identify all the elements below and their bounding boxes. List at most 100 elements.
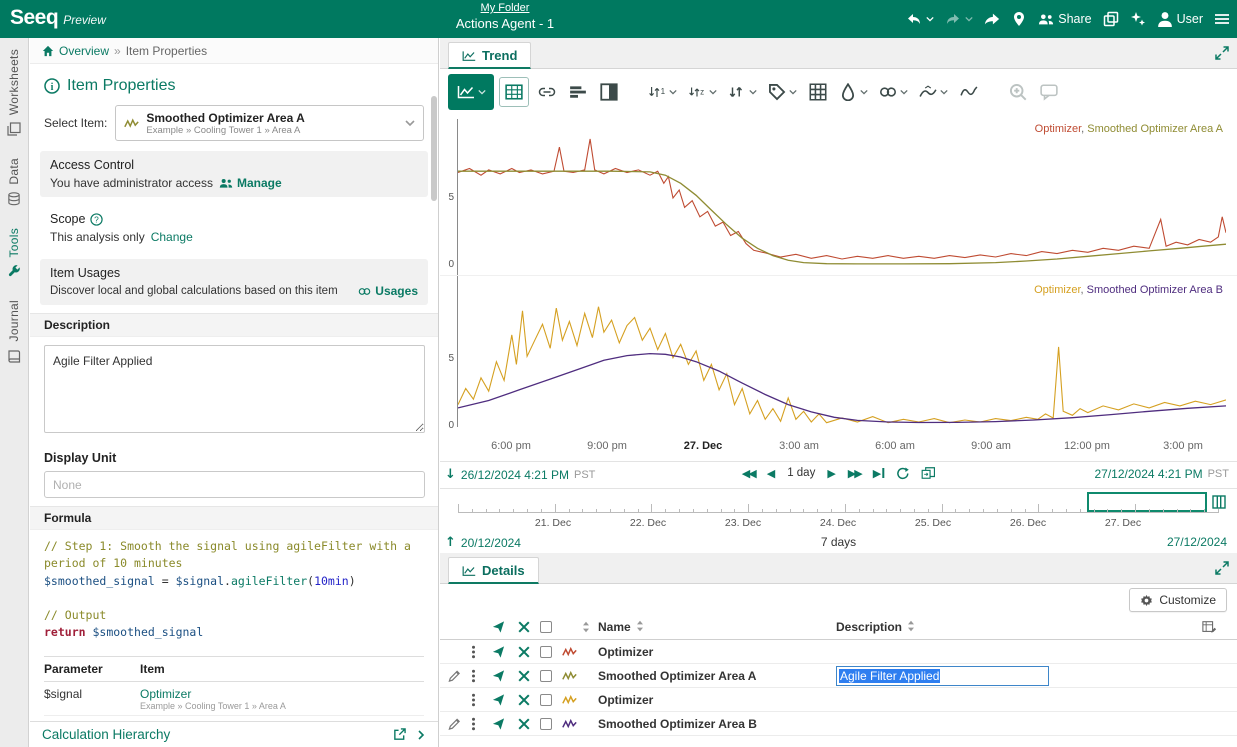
windows-button[interactable] bbox=[1102, 9, 1120, 29]
sidebar-tab-worksheets[interactable]: Worksheets bbox=[0, 38, 28, 147]
item-forward-icon[interactable] bbox=[492, 717, 505, 730]
select-all-checkbox[interactable] bbox=[540, 621, 552, 633]
share-button[interactable]: Share bbox=[1037, 9, 1092, 29]
remove-item-icon[interactable] bbox=[518, 718, 530, 730]
home-icon[interactable] bbox=[42, 45, 54, 57]
main-menu-button[interactable] bbox=[1213, 9, 1231, 29]
name-column-header[interactable]: Name bbox=[598, 620, 644, 634]
remove-item-icon[interactable] bbox=[518, 694, 530, 706]
trend-lane-2[interactable]: Optimizer, Smoothed Optimizer Area B 50 bbox=[440, 276, 1237, 437]
description-edit-input[interactable]: Agile Filter Applied bbox=[836, 666, 1049, 686]
trend-view-button[interactable] bbox=[448, 74, 494, 110]
item-menu-icon[interactable] bbox=[471, 693, 476, 707]
trend-chart-lane-1[interactable] bbox=[458, 115, 1226, 276]
panel-scrollbar[interactable] bbox=[431, 96, 437, 201]
customize-button[interactable]: Customize bbox=[1129, 588, 1227, 612]
description-textarea[interactable]: Agile Filter Applied bbox=[44, 345, 425, 433]
item-forward-icon[interactable] bbox=[492, 645, 505, 658]
remove-all-icon[interactable] bbox=[518, 621, 530, 633]
capsule-time-button[interactable] bbox=[565, 77, 591, 107]
investigate-span[interactable]: 7 days bbox=[821, 535, 856, 549]
sort-color-icon[interactable] bbox=[582, 621, 590, 633]
sidebar-tab-journal[interactable]: Journal bbox=[0, 289, 28, 373]
range-duration[interactable]: 1 day bbox=[787, 467, 815, 479]
edit-description-icon[interactable] bbox=[448, 669, 461, 682]
legend-series-name[interactable]: Smoothed Optimizer Area B bbox=[1087, 284, 1223, 296]
item-checkbox[interactable] bbox=[540, 646, 552, 658]
annotate-button[interactable] bbox=[1036, 77, 1062, 107]
dimming-button[interactable] bbox=[956, 77, 982, 107]
external-link-icon[interactable] bbox=[393, 728, 406, 741]
description-column-header[interactable]: Description bbox=[836, 620, 915, 634]
one-axis-button[interactable]: z bbox=[685, 77, 720, 107]
step-forward-button[interactable]: ▶ bbox=[827, 467, 835, 480]
seeq-logo[interactable]: Seeq Preview bbox=[10, 6, 106, 30]
investigate-start-arrow-icon[interactable]: ↑ bbox=[445, 535, 456, 550]
step-back-button[interactable]: ◀ bbox=[767, 467, 775, 480]
table-view-button[interactable] bbox=[499, 77, 529, 107]
parameter-item-link[interactable]: Optimizer bbox=[140, 687, 191, 701]
legend-series-name[interactable]: Smoothed Optimizer Area A bbox=[1087, 123, 1223, 135]
question-icon[interactable]: ? bbox=[90, 213, 103, 226]
trend-lane-1[interactable]: Optimizer, Smoothed Optimizer Area A 50 bbox=[440, 115, 1237, 276]
sort-name-icon[interactable] bbox=[636, 620, 644, 632]
chevron-right-icon[interactable] bbox=[416, 730, 426, 740]
send-all-icon[interactable] bbox=[492, 620, 505, 633]
undo-button[interactable] bbox=[905, 9, 935, 29]
item-checkbox[interactable] bbox=[540, 694, 552, 706]
investigate-start[interactable]: 20/12/2024 bbox=[461, 536, 521, 550]
step-back-fast-button[interactable]: ◀◀ bbox=[742, 467, 755, 480]
item-forward-icon[interactable] bbox=[492, 669, 505, 682]
timeline-scrubber[interactable] bbox=[440, 489, 1237, 517]
redo-button[interactable] bbox=[944, 9, 974, 29]
timeline-track[interactable] bbox=[458, 512, 1218, 513]
tab-details[interactable]: Details bbox=[448, 557, 539, 584]
forward-button[interactable] bbox=[983, 9, 1001, 29]
item-menu-icon[interactable] bbox=[471, 717, 476, 731]
one-lane-button[interactable]: 1 bbox=[645, 77, 680, 107]
trend-chart-lane-2[interactable] bbox=[458, 276, 1226, 437]
item-forward-icon[interactable] bbox=[492, 693, 505, 706]
display-unit-input[interactable] bbox=[44, 471, 425, 498]
user-menu-button[interactable]: User bbox=[1156, 9, 1204, 29]
gridlines-button[interactable] bbox=[805, 77, 831, 107]
remove-item-icon[interactable] bbox=[518, 670, 530, 682]
calculation-hierarchy-footer[interactable]: Calculation Hierarchy bbox=[30, 721, 438, 747]
range-start-arrow-icon[interactable]: ↓ bbox=[445, 467, 456, 482]
investigate-end[interactable]: 27/12/2024 bbox=[1167, 535, 1227, 549]
column-settings-icon[interactable] bbox=[1202, 619, 1217, 634]
connect-samples-button[interactable] bbox=[876, 77, 911, 107]
scope-change-link[interactable]: Change bbox=[151, 230, 193, 244]
expand-trend-icon[interactable] bbox=[1215, 46, 1229, 60]
timeline-selection[interactable] bbox=[1087, 492, 1206, 512]
item-menu-icon[interactable] bbox=[471, 669, 476, 683]
item-name[interactable]: Optimizer bbox=[598, 645, 653, 659]
compare-view-button[interactable] bbox=[596, 77, 622, 107]
formula-editor[interactable]: // Step 1: Smooth the signal using agile… bbox=[44, 538, 424, 642]
remove-item-icon[interactable] bbox=[518, 646, 530, 658]
item-menu-icon[interactable] bbox=[471, 645, 476, 659]
labels-button[interactable] bbox=[765, 77, 800, 107]
usages-link[interactable]: Usages bbox=[358, 284, 418, 298]
auto-update-icon[interactable] bbox=[896, 467, 909, 480]
lane-height-button[interactable] bbox=[725, 77, 760, 107]
assistant-button[interactable] bbox=[1129, 9, 1147, 29]
edit-description-icon[interactable] bbox=[448, 717, 461, 730]
item-checkbox[interactable] bbox=[540, 670, 552, 682]
my-folder-link[interactable]: My Folder bbox=[420, 2, 590, 14]
item-name[interactable]: Smoothed Optimizer Area A bbox=[598, 669, 756, 683]
manage-access-link[interactable]: Manage bbox=[219, 176, 282, 190]
sidebar-tab-tools[interactable]: Tools bbox=[0, 217, 28, 290]
step-to-end-button[interactable]: ▶ bbox=[873, 467, 884, 480]
breadcrumb-overview-link[interactable]: Overview bbox=[59, 44, 109, 58]
calculation-hierarchy-label[interactable]: Calculation Hierarchy bbox=[42, 727, 170, 742]
zoom-button[interactable] bbox=[1005, 77, 1031, 107]
worksheet-title[interactable]: Actions Agent - 1 bbox=[420, 16, 590, 31]
timebar-columns-icon[interactable] bbox=[1212, 495, 1226, 509]
tab-trend[interactable]: Trend bbox=[448, 42, 531, 69]
copy-range-icon[interactable] bbox=[921, 466, 935, 480]
item-name[interactable]: Optimizer bbox=[598, 693, 653, 707]
item-name[interactable]: Smoothed Optimizer Area B bbox=[598, 717, 757, 731]
item-checkbox[interactable] bbox=[540, 718, 552, 730]
expand-details-icon[interactable] bbox=[1215, 561, 1229, 575]
